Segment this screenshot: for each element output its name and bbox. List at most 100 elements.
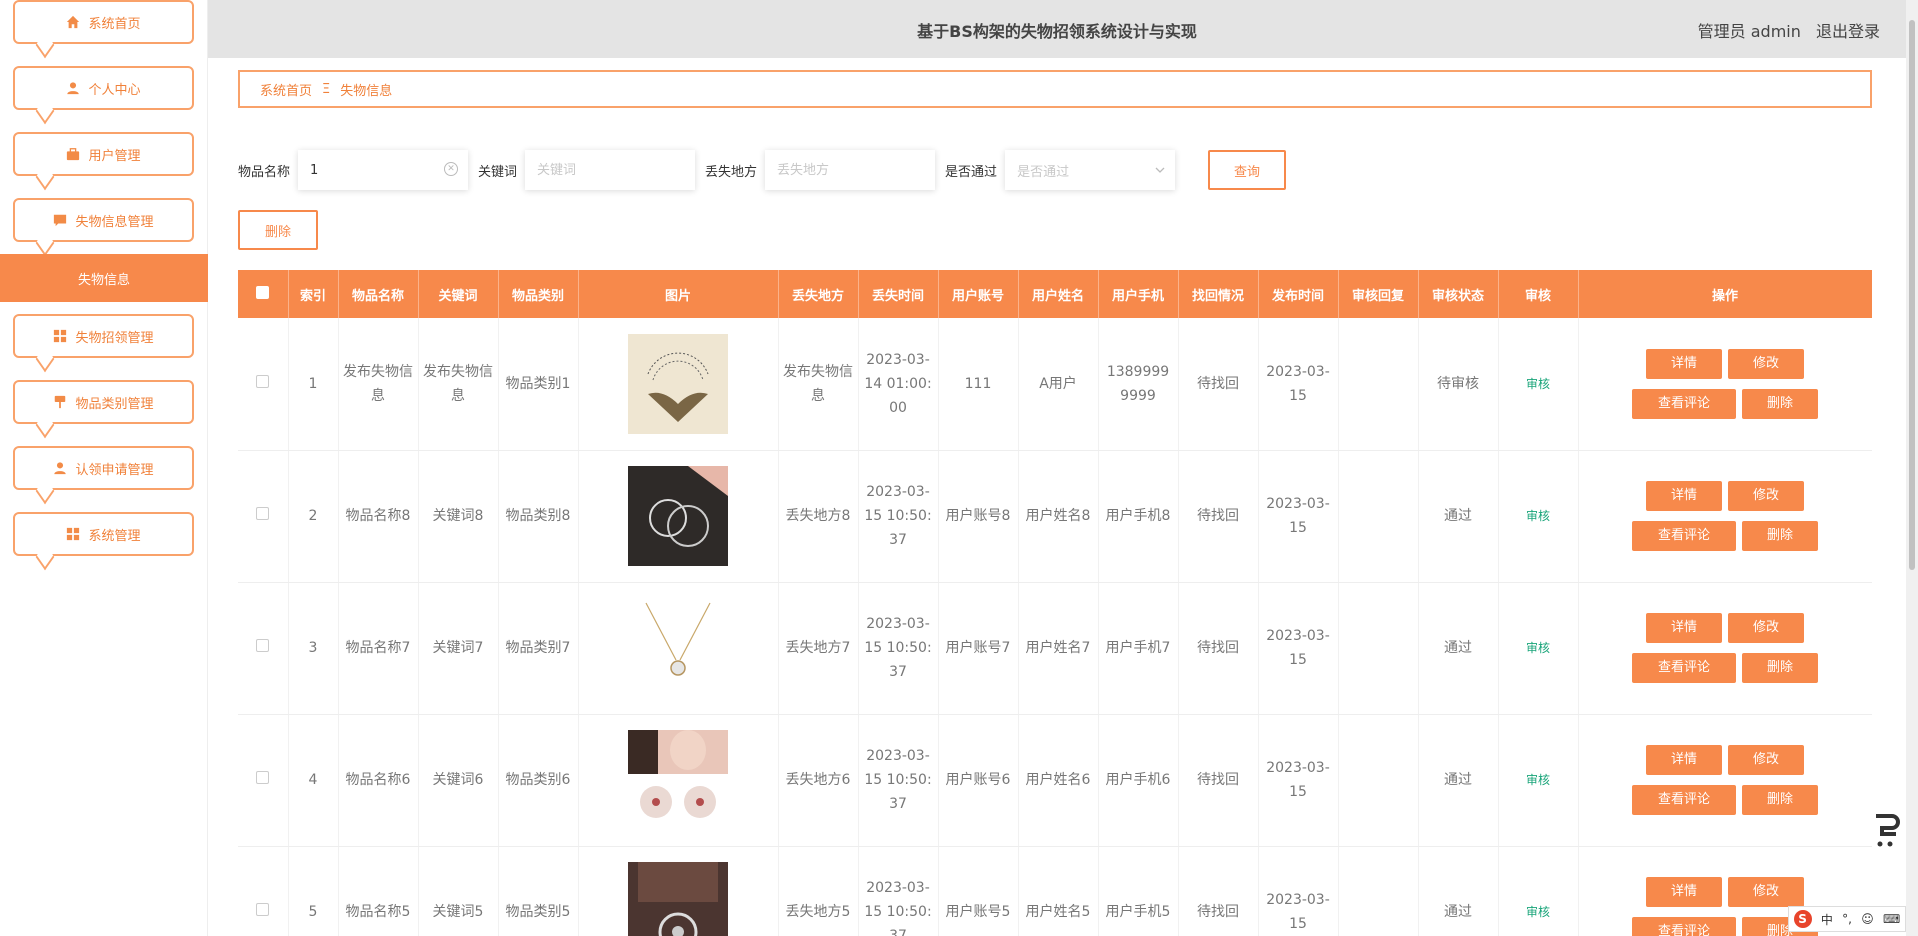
edit-button[interactable]: 修改 (1728, 613, 1804, 643)
keyboard-icon[interactable]: ⌨ (1883, 912, 1900, 926)
op-row: 查看评论 删除 (1632, 521, 1818, 551)
op-row: 查看评论 删除 (1632, 653, 1818, 683)
select-all-cell[interactable] (238, 270, 289, 318)
delete-button[interactable]: 删除 (1742, 653, 1818, 683)
sidebar-subitem-lost-info[interactable]: 失物信息 (0, 254, 208, 302)
row-select-cell[interactable] (238, 714, 289, 847)
detail-button[interactable]: 详情 (1646, 613, 1722, 643)
cell-pubtime: 2023-03-15 (1258, 318, 1339, 451)
sidebar-item-users[interactable]: 用户管理 (13, 132, 194, 176)
op-row: 详情 修改 (1646, 481, 1804, 511)
keyword-input[interactable] (525, 150, 696, 190)
column-header: 关键词 (418, 270, 499, 318)
detail-button[interactable]: 详情 (1646, 348, 1722, 379)
sidebar-item-lost-info[interactable]: 失物信息管理 (13, 198, 194, 242)
logout-link[interactable]: 退出登录 (1816, 22, 1880, 41)
cell-audit: 审核 (1498, 714, 1579, 847)
lost-items-table: 索引 物品名称 关键词 物品类别 图片 丢失地方 丢失时间 用户账号 用户姓名 … (238, 270, 1872, 936)
sidebar-item-claims[interactable]: 认领申请管理 (13, 446, 194, 490)
ime-mode[interactable]: 中 (1821, 911, 1833, 928)
sidebar-item-home[interactable]: 系统首页 (13, 0, 194, 44)
sign-icon (55, 395, 66, 409)
view-comments-button[interactable]: 查看评论 (1632, 653, 1736, 683)
delete-button[interactable]: 删除 (1742, 785, 1818, 815)
cell-operations: 详情 修改查看评论 删除 (1578, 714, 1872, 847)
delete-button[interactable]: 删除 (1742, 388, 1818, 419)
row-checkbox[interactable] (256, 374, 270, 388)
cell-username: 用户姓名7 (1018, 582, 1099, 715)
view-comments-button[interactable]: 查看评论 (1632, 917, 1736, 936)
row-checkbox[interactable] (256, 639, 270, 652)
item-image (628, 730, 728, 830)
cell-name: 物品名称7 (338, 582, 419, 715)
floating-tool-icon[interactable] (1870, 812, 1900, 848)
cell-category: 物品类别1 (498, 318, 579, 451)
edit-button[interactable]: 修改 (1728, 745, 1804, 775)
row-checkbox[interactable] (256, 507, 270, 520)
op-buttons: 详情 修改查看评论 删除 (1583, 348, 1868, 419)
passed-select[interactable]: 是否通过 (1005, 150, 1176, 190)
edit-button[interactable]: 修改 (1728, 877, 1804, 907)
cell-reply (1338, 846, 1419, 936)
clear-icon[interactable]: ✕ (444, 162, 459, 176)
select-all-checkbox[interactable] (256, 285, 270, 299)
cell-image (578, 582, 779, 715)
cell-account: 111 (938, 318, 1019, 451)
view-comments-button[interactable]: 查看评论 (1632, 521, 1736, 551)
emoji-icon[interactable]: ☺ (1861, 912, 1874, 926)
ime-toolbar[interactable]: S 中 °, ☺ ⌨ (1788, 906, 1906, 932)
cell-account: 用户账号7 (938, 582, 1019, 715)
passed-select-placeholder: 是否通过 (1017, 164, 1070, 180)
audit-link[interactable]: 审核 (1526, 377, 1550, 391)
row-select-cell[interactable] (238, 318, 289, 451)
breadcrumb: 系统首页 Ξ 失物信息 (238, 70, 1872, 108)
grid-icon (67, 527, 80, 541)
item-image (628, 333, 728, 434)
breadcrumb-home[interactable]: 系统首页 (260, 80, 312, 99)
table-header: 索引 物品名称 关键词 物品类别 图片 丢失地方 丢失时间 用户账号 用户姓名 … (238, 270, 1872, 318)
scrollbar-thumb[interactable] (1909, 20, 1915, 570)
sidebar-item-profile[interactable]: 个人中心 (13, 66, 194, 110)
view-comments-button[interactable]: 查看评论 (1632, 785, 1736, 815)
row-select-cell[interactable] (238, 582, 289, 715)
chat-icon (54, 214, 67, 227)
sidebar-item-category[interactable]: 物品类别管理 (13, 380, 194, 424)
cell-place: 丢失地方8 (778, 450, 859, 583)
column-header: 用户手机 (1098, 270, 1179, 318)
edit-button[interactable]: 修改 (1728, 348, 1804, 379)
edit-button[interactable]: 修改 (1728, 481, 1804, 511)
sidebar-item-label: 失物信息管理 (75, 214, 154, 230)
detail-button[interactable]: 详情 (1646, 745, 1722, 775)
audit-link[interactable]: 审核 (1526, 773, 1550, 787)
audit-link[interactable]: 审核 (1526, 509, 1550, 523)
sidebar-item-system[interactable]: 系统管理 (13, 512, 194, 556)
row-select-cell[interactable] (238, 846, 289, 936)
column-header: 审核状态 (1418, 270, 1499, 318)
table-row: 2 物品名称8 关键词8 物品类别8 丢失地方8 2023-03-15 10:50:37 用… (238, 450, 1872, 583)
row-select-cell[interactable] (238, 450, 289, 583)
cell-phone: 用户手机7 (1098, 582, 1179, 715)
punctuation-icon[interactable]: °, (1842, 912, 1852, 926)
delete-button[interactable]: 删除 (1742, 521, 1818, 551)
row-checkbox[interactable] (256, 903, 270, 916)
cell-audit: 审核 (1498, 450, 1579, 583)
view-comments-button[interactable]: 查看评论 (1632, 388, 1736, 419)
sidebar-item-found[interactable]: 失物招领管理 (13, 314, 194, 358)
cell-image (578, 714, 779, 847)
cell-index: 1 (288, 318, 339, 451)
query-button[interactable]: 查询 (1208, 150, 1286, 190)
audit-link[interactable]: 审核 (1526, 641, 1550, 655)
row-checkbox[interactable] (256, 771, 270, 784)
place-input[interactable] (765, 150, 936, 190)
page-scrollbar[interactable] (1906, 0, 1918, 936)
cell-image (578, 846, 779, 936)
sidebar-item-label: 用户管理 (88, 148, 141, 164)
cell-status: 通过 (1418, 846, 1499, 936)
name-input[interactable] (298, 150, 469, 190)
batch-delete-button[interactable]: 删除 (238, 210, 318, 250)
cell-image (578, 318, 779, 451)
audit-link[interactable]: 审核 (1526, 905, 1550, 919)
detail-button[interactable]: 详情 (1646, 877, 1722, 907)
detail-button[interactable]: 详情 (1646, 481, 1722, 511)
cell-image (578, 450, 779, 583)
